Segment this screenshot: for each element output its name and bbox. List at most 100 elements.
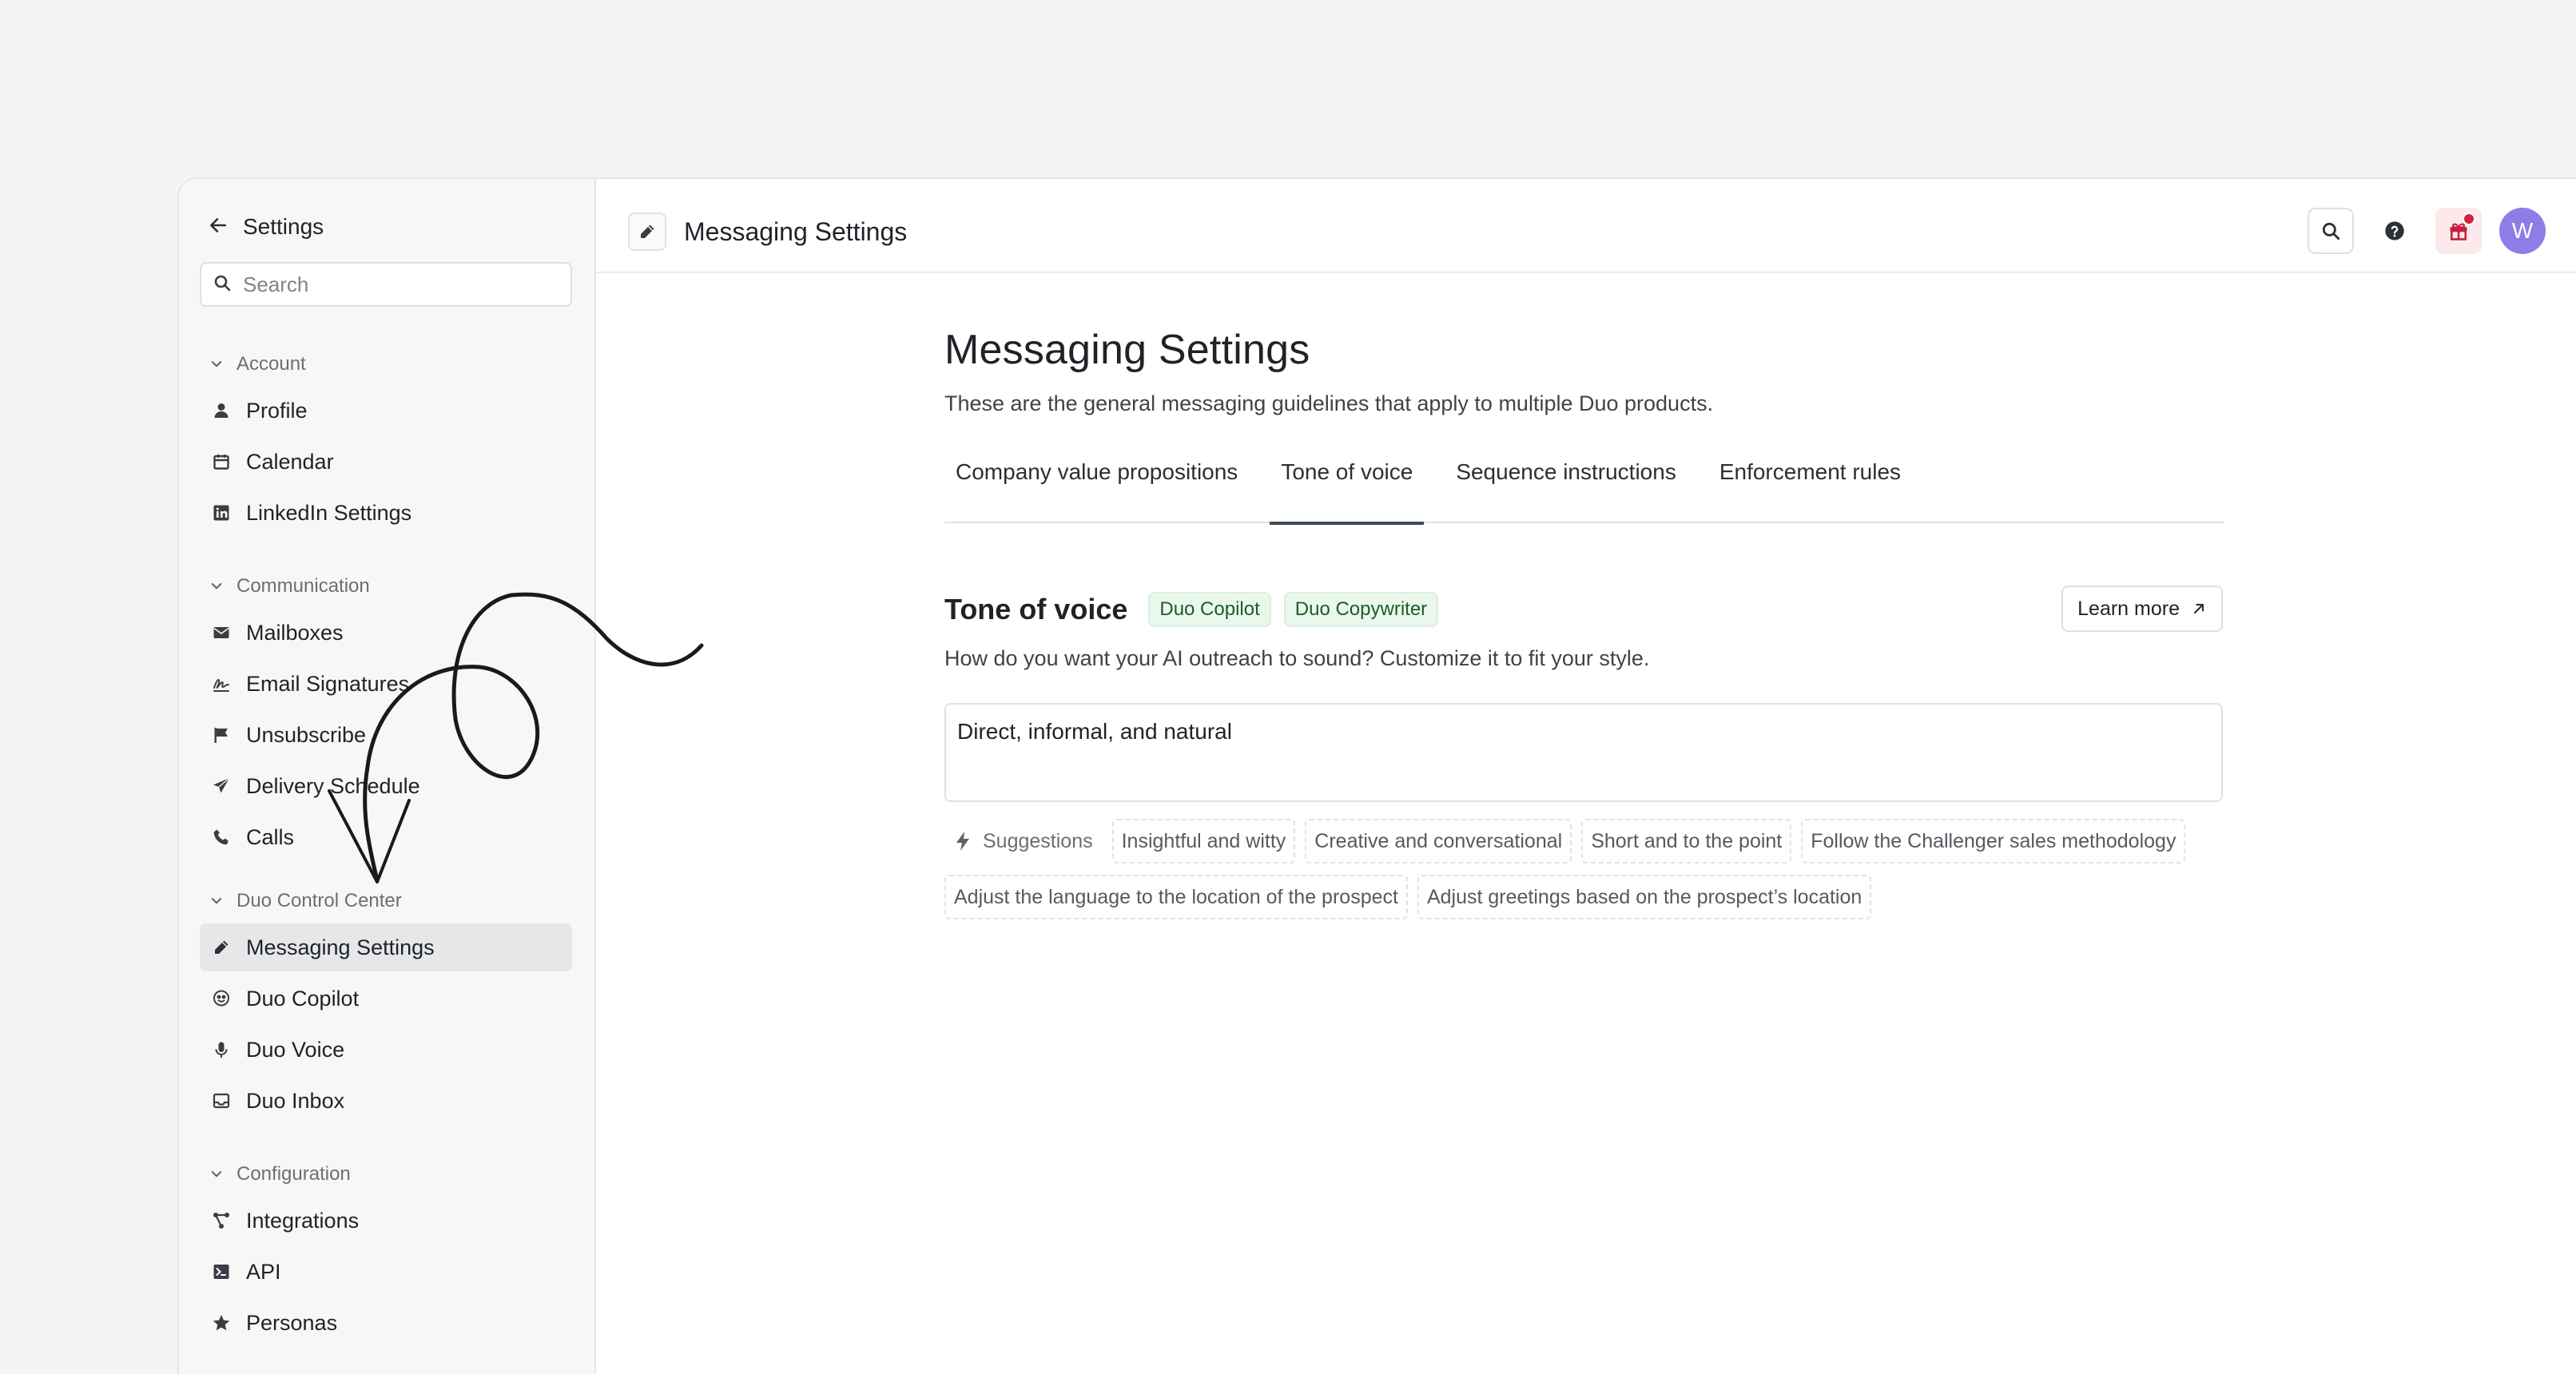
sidebar-item-mailboxes[interactable]: Mailboxes [200, 609, 572, 657]
page-subtitle: These are the general messaging guidelin… [944, 391, 1714, 415]
search-icon [213, 273, 232, 296]
sidebar-item-delivery-schedule[interactable]: Delivery Schedule [200, 762, 572, 810]
group-title: Account [237, 353, 306, 375]
sidebar-item-label: API [246, 1259, 281, 1284]
group-header-account[interactable]: Account [200, 345, 572, 383]
badge-duo-copywriter: Duo Copywriter [1283, 592, 1439, 627]
sidebar-item-integrations[interactable]: Integrations [200, 1197, 572, 1245]
phone-icon [211, 827, 232, 848]
suggestion-chip[interactable]: Adjust greetings based on the prospect’s… [1417, 875, 1872, 919]
section-title: Tone of voice [944, 593, 1128, 625]
learn-more-button[interactable]: Learn more [2061, 586, 2223, 632]
suggestion-chip[interactable]: Short and to the point [1581, 819, 1792, 864]
tab-sequence-instructions[interactable]: Sequence instructions [1445, 448, 1688, 523]
group-title: Communication [237, 575, 370, 597]
tab-bar: Company value propositions Tone of voice… [944, 448, 2224, 525]
learn-more-label: Learn more [2077, 597, 2180, 620]
sidebar-item-label: Mailboxes [246, 620, 344, 645]
copilot-icon [211, 988, 232, 1009]
sidebar-item-label: Calls [246, 824, 295, 849]
sidebar-item-calendar[interactable]: Calendar [200, 438, 572, 486]
search-icon [2322, 222, 2340, 240]
external-arrow-icon [2193, 603, 2204, 614]
sidebar-item-linkedin-settings[interactable]: LinkedIn Settings [200, 489, 572, 537]
calendar-icon [211, 451, 232, 472]
group-title: Duo Control Center [237, 890, 402, 911]
notification-dot [2463, 212, 2475, 225]
suggestion-chip[interactable]: Insightful and witty [1111, 819, 1296, 864]
tone-of-voice-input[interactable] [944, 703, 2223, 802]
tab-tone-of-voice[interactable]: Tone of voice [1270, 448, 1425, 525]
sidebar-title: Settings [243, 214, 324, 239]
sidebar-item-label: Unsubscribe [246, 722, 367, 747]
chevron-down-icon [211, 898, 222, 904]
group-header-configuration[interactable]: Configuration [200, 1155, 572, 1193]
sidebar-item-messaging-settings[interactable]: Messaging Settings [200, 923, 572, 971]
section-description: How do you want your AI outreach to soun… [944, 646, 1650, 670]
global-search-button[interactable] [2308, 208, 2354, 254]
sidebar-group-communication: Communication Mailboxes Email Signatures… [200, 567, 572, 861]
lightning-icon [956, 832, 969, 851]
sidebar: Settings Account Profile Calendar [179, 179, 596, 1374]
sidebar-group-configuration: Configuration Integrations API Personas [200, 1155, 572, 1347]
sidebar-item-duo-voice[interactable]: Duo Voice [200, 1026, 572, 1074]
sidebar-item-label: Integrations [246, 1208, 360, 1233]
sidebar-search[interactable] [200, 262, 572, 307]
top-bar: Messaging Settings W [596, 179, 2576, 273]
sidebar-group-duo-control-center: Duo Control Center Messaging Settings Du… [200, 882, 572, 1125]
sidebar-item-api[interactable]: API [200, 1248, 572, 1296]
suggestion-chip[interactable]: Adjust the language to the location of t… [944, 875, 1408, 919]
sidebar-item-calls[interactable]: Calls [200, 813, 572, 861]
paper-plane-icon [211, 776, 232, 796]
avatar[interactable]: W [2499, 208, 2546, 254]
group-header-duo-control-center[interactable]: Duo Control Center [200, 882, 572, 920]
main-content: Messaging Settings These are the general… [944, 326, 2224, 919]
top-bar-actions: W [2308, 208, 2546, 254]
badge-duo-copilot: Duo Copilot [1148, 592, 1271, 627]
sidebar-item-label: Duo Voice [246, 1037, 345, 1062]
chevron-down-icon [211, 361, 222, 367]
flag-icon [211, 725, 232, 745]
linkedin-icon [211, 502, 232, 523]
pencil-icon [211, 937, 232, 958]
microphone-icon [211, 1039, 232, 1060]
star-icon [211, 1312, 232, 1333]
back-arrow-icon[interactable] [208, 214, 229, 240]
group-header-communication[interactable]: Communication [200, 567, 572, 606]
help-button[interactable] [2371, 208, 2418, 254]
tab-company-value-propositions[interactable]: Company value propositions [944, 448, 1249, 523]
sidebar-item-email-signatures[interactable]: Email Signatures [200, 660, 572, 708]
page-title: Messaging Settings [944, 327, 1310, 373]
sidebar-item-duo-copilot[interactable]: Duo Copilot [200, 975, 572, 1023]
sidebar-item-label: Messaging Settings [246, 935, 435, 959]
suggestion-chip[interactable]: Follow the Challenger sales methodology [1801, 819, 2186, 864]
sidebar-item-unsubscribe[interactable]: Unsubscribe [200, 711, 572, 759]
question-circle-icon [2385, 221, 2404, 240]
sidebar-item-label: LinkedIn Settings [246, 500, 412, 525]
suggestions-label-group: Suggestions [944, 819, 1103, 864]
whats-new-button[interactable] [2435, 208, 2482, 254]
sidebar-item-label: Personas [246, 1310, 338, 1335]
top-bar-title-group: Messaging Settings [628, 212, 907, 251]
group-title: Configuration [237, 1163, 351, 1185]
envelope-icon [211, 622, 232, 643]
integrations-icon [211, 1210, 232, 1231]
user-icon [211, 400, 232, 421]
sidebar-item-profile[interactable]: Profile [200, 387, 572, 435]
sidebar-item-label: Calendar [246, 449, 334, 474]
search-input[interactable] [243, 272, 547, 297]
signature-icon [211, 673, 232, 694]
sidebar-item-label: Profile [246, 398, 308, 423]
sidebar-header: Settings [208, 209, 324, 244]
sidebar-item-personas[interactable]: Personas [200, 1299, 572, 1347]
sidebar-item-label: Duo Copilot [246, 986, 360, 1011]
tab-enforcement-rules[interactable]: Enforcement rules [1708, 448, 1912, 523]
sidebar-group-account: Account Profile Calendar LinkedIn Settin… [200, 345, 572, 537]
sidebar-item-duo-inbox[interactable]: Duo Inbox [200, 1077, 572, 1125]
chevron-down-icon [211, 1171, 222, 1177]
suggestions-label: Suggestions [983, 829, 1093, 852]
top-bar-title: Messaging Settings [684, 216, 908, 246]
sidebar-item-label: Delivery Schedule [246, 773, 420, 798]
terminal-icon [211, 1261, 232, 1282]
suggestion-chip[interactable]: Creative and conversational [1305, 819, 1572, 864]
